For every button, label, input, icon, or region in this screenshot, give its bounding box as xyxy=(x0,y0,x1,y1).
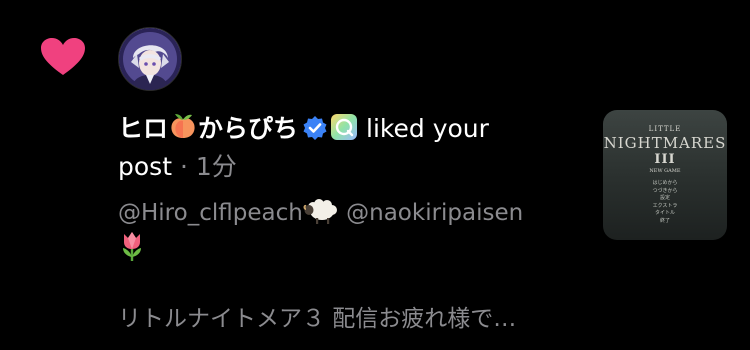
username-suffix: からぴち xyxy=(198,114,299,143)
username[interactable]: ヒロ からぴち xyxy=(118,114,298,143)
thumbnail-menu-item: はじめから xyxy=(652,180,678,186)
action-text: liked your xyxy=(366,114,489,143)
post-preview-text: リトルナイトメア３ 配信お疲れ様で… xyxy=(118,306,517,332)
thumbnail-title: NIGHTMARES xyxy=(603,134,727,152)
action-text-2: post xyxy=(118,152,172,181)
peach-emoji-icon xyxy=(171,114,195,138)
sheep-emoji-icon xyxy=(303,199,337,224)
avatar[interactable] xyxy=(118,27,182,91)
thumbnail-numeral: III xyxy=(654,152,676,167)
post-caption: @Hiro_clflpeach @naokiripaisen xyxy=(118,196,598,267)
thumbnail-subtitle: NEW GAME xyxy=(649,168,681,174)
like-notification[interactable]: ヒロ からぴち liked your post · 1分 @Hiro_clflpeac… xyxy=(0,0,750,350)
tulip-emoji-icon xyxy=(123,232,141,261)
username-prefix: ヒロ xyxy=(118,114,169,143)
thumbnail-menu-item: タイトル xyxy=(654,210,675,216)
thumbnail-menu-item: 終了 xyxy=(659,217,670,224)
heart-icon xyxy=(41,38,85,75)
avatar-image xyxy=(119,28,181,90)
notification-text: ヒロ からぴち liked your post · 1分 xyxy=(118,110,588,186)
separator: · xyxy=(179,152,188,181)
thumbnail-menu: はじめから つづきから 設定 エクストラ タイトル 終了 xyxy=(603,180,727,225)
app-badge-icon xyxy=(331,114,358,140)
thumbnail-menu-item: つづきから xyxy=(652,187,678,194)
thumbnail-menu-item: 設定 xyxy=(659,195,670,201)
mention-link[interactable]: @Hiro_clflpeach xyxy=(118,200,303,226)
timestamp: 1分 xyxy=(195,152,237,181)
verified-badge-icon xyxy=(303,116,327,140)
thumbnail-title-small: LITTLE xyxy=(648,125,682,133)
post-thumbnail[interactable]: LITTLE NIGHTMARES III NEW GAME はじめから つづき… xyxy=(603,110,727,240)
thumbnail-menu-item: エクストラ xyxy=(652,202,678,209)
mention-link[interactable]: @naokiripaisen xyxy=(346,200,523,226)
